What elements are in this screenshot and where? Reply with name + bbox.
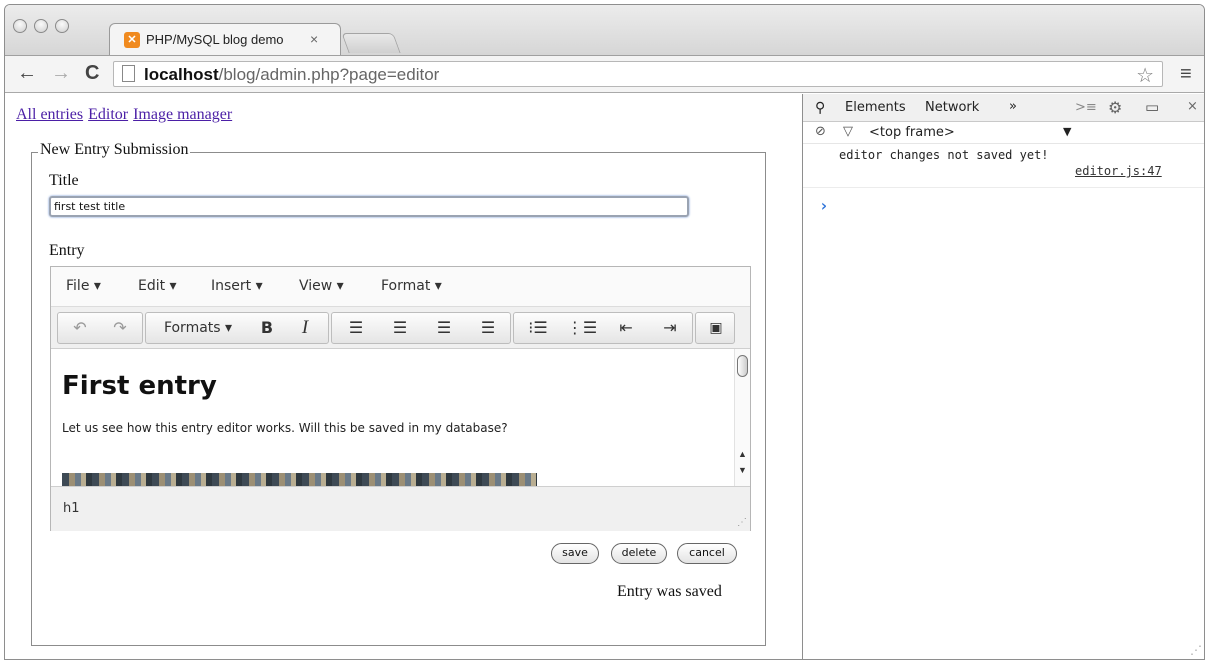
delete-button[interactable]: delete	[611, 543, 667, 564]
cancel-button[interactable]: cancel	[677, 543, 737, 564]
entry-label: Entry	[49, 242, 85, 259]
back-icon[interactable]: ←	[17, 62, 37, 84]
menu-file[interactable]: File ▾	[66, 278, 101, 294]
reload-icon[interactable]: C	[85, 62, 99, 84]
resize-handle-icon[interactable]: ⋰	[737, 517, 747, 528]
menu-view[interactable]: View ▾	[299, 278, 344, 294]
log-source-link[interactable]: editor.js:47	[1075, 164, 1162, 178]
tab-title: PHP/MySQL blog demo	[146, 32, 284, 47]
more-tabs-icon[interactable]: »	[1009, 99, 1017, 114]
devtools-panel: ⚲ Elements Network » >≡ ⚙ ▭ × ⊘ ▽ <top f…	[802, 94, 1204, 659]
content-paragraph: Let us see how this entry editor works. …	[62, 421, 508, 435]
status-message: Entry was saved	[617, 583, 722, 600]
tab-network[interactable]: Network	[925, 100, 979, 115]
minimize-window-button[interactable]	[34, 19, 48, 33]
media-group: ▣	[695, 312, 735, 344]
align-justify-icon[interactable]: ☰	[468, 313, 508, 343]
console-log-entry: editor changes not saved yet! editor.js:…	[803, 144, 1204, 188]
tab-strip: ✕ PHP/MySQL blog demo ×	[5, 5, 1204, 55]
menu-insert[interactable]: Insert ▾	[211, 278, 263, 294]
frame-selector[interactable]: <top frame>	[869, 125, 955, 140]
url-host: localhost	[144, 65, 219, 84]
align-group: ☰ ☰ ☰ ☰	[331, 312, 511, 344]
numbered-list-icon[interactable]: ⋮☰	[562, 313, 602, 343]
undo-icon[interactable]: ↶	[62, 313, 98, 343]
align-left-icon[interactable]: ☰	[336, 313, 376, 343]
embedded-image	[62, 473, 537, 486]
url-path: /blog/admin.php?page=editor	[218, 65, 440, 84]
rich-text-editor: File ▾ Edit ▾ Insert ▾ View ▾ Format ▾ ↶…	[50, 266, 751, 531]
menu-icon[interactable]: ≡	[1180, 63, 1192, 86]
address-bar[interactable]: localhost/blog/admin.php?page=editor ☆	[113, 61, 1163, 87]
zoom-window-button[interactable]	[55, 19, 69, 33]
editor-menubar: File ▾ Edit ▾ Insert ▾ View ▾ Format ▾	[51, 267, 750, 307]
page-icon	[122, 65, 135, 82]
new-tab-button[interactable]	[341, 33, 401, 53]
title-input[interactable]: first test title	[49, 196, 689, 217]
filter-icon[interactable]: ▽	[843, 124, 853, 139]
history-group: ↶ ↷	[57, 312, 143, 344]
url-text[interactable]: localhost/blog/admin.php?page=editor	[144, 65, 439, 85]
close-window-button[interactable]	[13, 19, 27, 33]
list-group: ⁝☰ ⋮☰ ⇤ ⇥	[513, 312, 693, 344]
browser-window: ✕ PHP/MySQL blog demo × ← → C localhost/…	[4, 4, 1205, 660]
console-prompt[interactable]: ›	[819, 196, 829, 215]
editor-toolbar: ↶ ↷ Formats ▾ B I ☰ ☰ ☰ ☰ ⁝☰ ⋮☰ ⇤ ⇥ ▣	[51, 307, 750, 349]
title-label: Title	[49, 172, 79, 189]
inspect-search-icon[interactable]: ⚲	[815, 100, 825, 116]
admin-nav: All entries Editor Image manager	[16, 106, 233, 124]
forward-icon[interactable]: →	[51, 62, 71, 84]
nav-link-image-manager[interactable]: Image manager	[133, 106, 232, 123]
frame-dropdown-icon[interactable]: ▼	[1063, 125, 1071, 138]
insert-image-icon[interactable]: ▣	[698, 313, 734, 343]
scroll-down-icon[interactable]: ▼	[738, 465, 747, 475]
formats-dropdown[interactable]: Formats ▾	[150, 313, 246, 343]
console-drawer-icon[interactable]: >≡	[1075, 100, 1097, 115]
editor-scrollbar[interactable]: ▲ ▼	[734, 349, 750, 486]
align-right-icon[interactable]: ☰	[424, 313, 464, 343]
log-message: editor changes not saved yet!	[839, 148, 1049, 162]
dock-icon[interactable]: ▭	[1145, 98, 1159, 116]
scrollbar-thumb[interactable]	[737, 355, 748, 377]
menu-format[interactable]: Format ▾	[381, 278, 442, 294]
xampp-favicon-icon: ✕	[124, 32, 140, 48]
fieldset-legend: New Entry Submission	[38, 141, 191, 159]
style-group: Formats ▾ B I	[145, 312, 329, 344]
devtools-tabbar: ⚲ Elements Network » >≡ ⚙ ▭ ×	[803, 94, 1204, 122]
redo-icon[interactable]: ↷	[102, 313, 138, 343]
tab-elements[interactable]: Elements	[845, 100, 906, 115]
settings-gear-icon[interactable]: ⚙	[1108, 98, 1122, 117]
tab-blog-demo[interactable]: ✕ PHP/MySQL blog demo ×	[109, 23, 341, 55]
browser-toolbar: ← → C localhost/blog/admin.php?page=edit…	[5, 55, 1204, 93]
align-center-icon[interactable]: ☰	[380, 313, 420, 343]
nav-link-editor[interactable]: Editor	[88, 106, 128, 123]
tab-close-icon[interactable]: ×	[310, 31, 318, 47]
star-icon[interactable]: ☆	[1136, 63, 1154, 88]
content-heading: First entry	[62, 371, 217, 401]
devtools-resize-icon[interactable]: ⋰	[1190, 643, 1202, 657]
save-button[interactable]: save	[551, 543, 599, 564]
editor-statusbar: h1 ⋰	[51, 487, 750, 531]
nav-link-all-entries[interactable]: All entries	[16, 106, 83, 123]
console-filter-bar: ⊘ ▽ <top frame> ▼	[803, 122, 1204, 144]
indent-icon[interactable]: ⇥	[650, 313, 690, 343]
close-devtools-icon[interactable]: ×	[1187, 99, 1198, 114]
page-content: All entries Editor Image manager New Ent…	[5, 94, 802, 659]
bullet-list-icon[interactable]: ⁝☰	[518, 313, 558, 343]
menu-edit[interactable]: Edit ▾	[138, 278, 177, 294]
scroll-up-icon[interactable]: ▲	[738, 449, 747, 459]
editor-content-area[interactable]: First entry Let us see how this entry ed…	[51, 349, 750, 487]
outdent-icon[interactable]: ⇤	[606, 313, 646, 343]
clear-console-icon[interactable]: ⊘	[815, 124, 826, 139]
element-path[interactable]: h1	[63, 501, 80, 516]
bold-icon[interactable]: B	[250, 313, 284, 343]
italic-icon[interactable]: I	[288, 313, 322, 343]
